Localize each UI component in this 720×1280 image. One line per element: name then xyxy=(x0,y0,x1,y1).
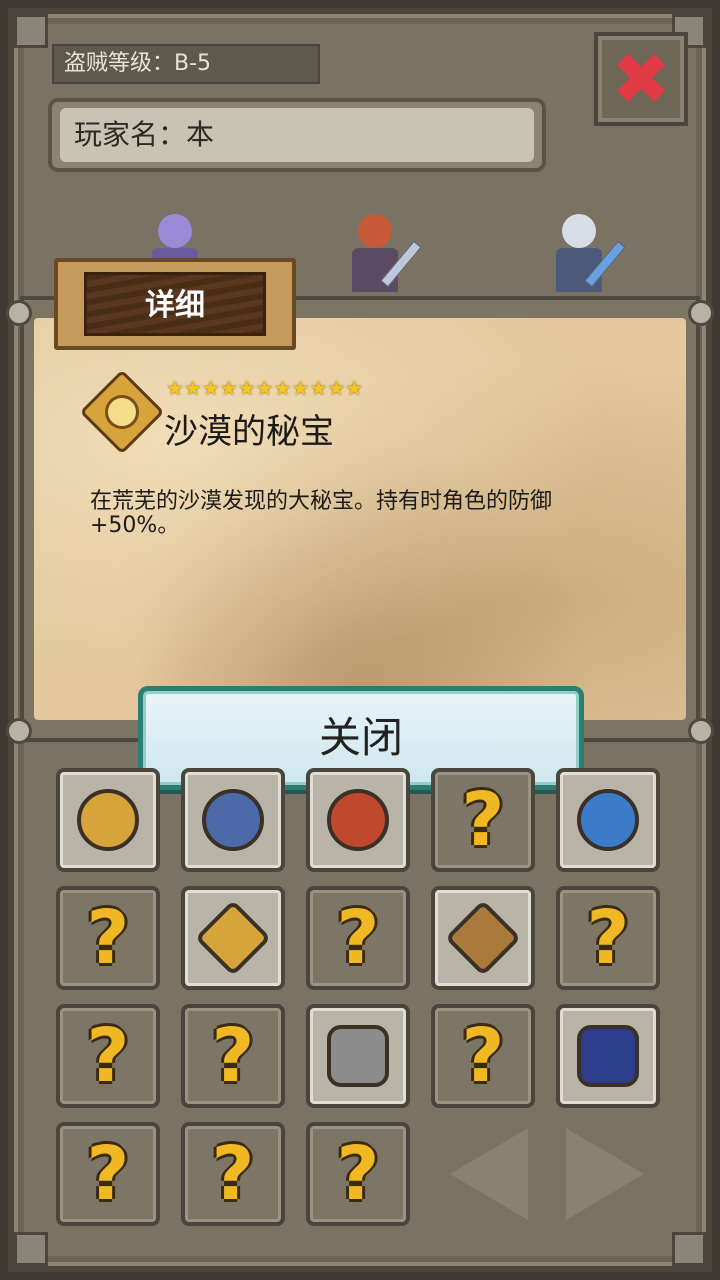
collection-cell[interactable]: ? xyxy=(56,1004,160,1108)
collection-cell[interactable] xyxy=(556,768,660,872)
question-mark-icon: ? xyxy=(211,1131,255,1217)
collection-cell[interactable]: ? xyxy=(431,1004,535,1108)
item-name: 沙漠的秘宝 xyxy=(164,412,334,452)
dark-ore-octagon-icon xyxy=(577,1025,639,1087)
collection-cell[interactable]: ? xyxy=(556,886,660,990)
rarity-stars: ★★★★★★★★★★★ xyxy=(166,376,364,400)
frame-corner xyxy=(672,1232,706,1266)
detail-tab: 详细 xyxy=(54,258,296,350)
player-name-box: 玩家名：本 xyxy=(48,98,546,172)
collection-cell[interactable] xyxy=(181,886,285,990)
question-mark-icon: ? xyxy=(86,895,130,981)
collection-cell[interactable] xyxy=(56,768,160,872)
question-mark-icon: ? xyxy=(336,1131,380,1217)
collection-cell[interactable] xyxy=(306,1004,410,1108)
question-mark-icon: ? xyxy=(461,1013,505,1099)
collection-cell[interactable] xyxy=(431,886,535,990)
question-mark-icon: ? xyxy=(211,1013,255,1099)
bolt-icon xyxy=(6,300,32,326)
question-mark-icon: ? xyxy=(461,777,505,863)
lion-crest-icon xyxy=(194,899,272,977)
silver-ingot-icon xyxy=(327,1025,389,1087)
collection-cell[interactable]: ? xyxy=(181,1122,285,1226)
prev-page-arrow-icon[interactable] xyxy=(450,1128,528,1220)
silver-knight-character xyxy=(544,212,626,294)
question-mark-icon: ? xyxy=(586,895,630,981)
question-mark-icon: ? xyxy=(336,895,380,981)
collection-cell[interactable]: ? xyxy=(306,886,410,990)
collection-cell[interactable]: ? xyxy=(181,1004,285,1108)
collection-cell[interactable]: ? xyxy=(56,1122,160,1226)
bolt-icon xyxy=(6,718,32,744)
crossed-blades-scroll-icon xyxy=(444,899,522,977)
collection-cell[interactable]: ? xyxy=(56,886,160,990)
bolt-icon xyxy=(688,300,714,326)
frame-corner xyxy=(14,1232,48,1266)
gold-sun-badge-icon xyxy=(77,789,139,851)
blue-helmet-crest-icon xyxy=(577,789,639,851)
detail-tab-label: 详细 xyxy=(84,272,266,336)
crossed-swords-shield-icon xyxy=(327,789,389,851)
horned-blue-skull-icon xyxy=(202,789,264,851)
collection-cell[interactable] xyxy=(556,1004,660,1108)
question-mark-icon: ? xyxy=(86,1013,130,1099)
thief-rank-label: 盗贼等级：B-5 xyxy=(52,44,320,84)
frame-corner xyxy=(14,14,48,48)
collection-cell[interactable] xyxy=(306,768,410,872)
next-page-arrow-icon[interactable] xyxy=(566,1128,644,1220)
bolt-icon xyxy=(688,718,714,744)
item-description: 在荒芜的沙漠发现的大秘宝。持有时角色的防御+50%。 xyxy=(90,489,553,538)
close-x-icon[interactable]: ✖ xyxy=(594,32,688,126)
question-mark-icon: ? xyxy=(86,1131,130,1217)
collection-cell[interactable]: ? xyxy=(306,1122,410,1226)
red-hair-swordsman-character xyxy=(340,212,422,294)
collection-cell[interactable]: ? xyxy=(431,768,535,872)
player-name-label: 玩家名：本 xyxy=(60,108,534,162)
collection-cell[interactable] xyxy=(181,768,285,872)
